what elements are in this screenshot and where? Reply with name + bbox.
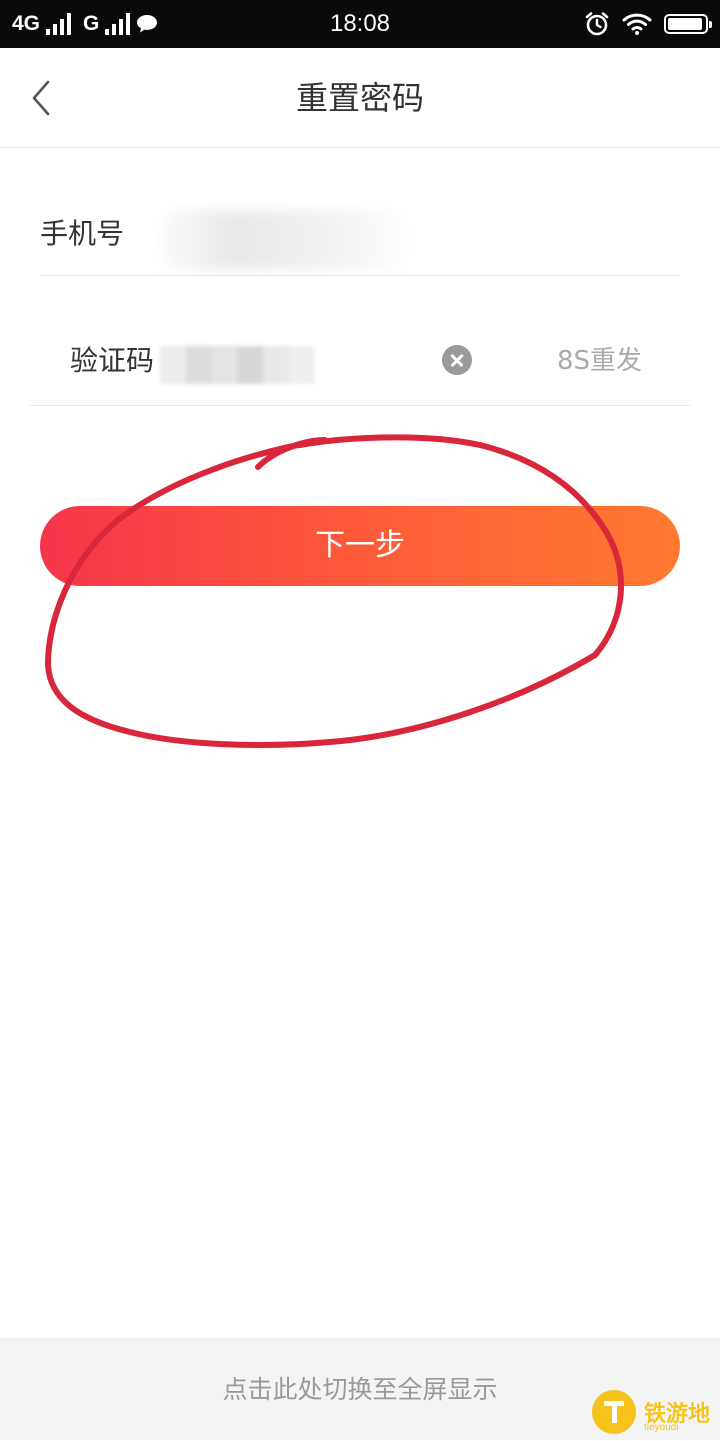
phone-row: 手机号 (40, 196, 680, 276)
watermark-subtext: tieyoudi (644, 1422, 679, 1433)
next-button[interactable]: 下一步 (40, 506, 680, 586)
resend-code-button[interactable]: 8S重发 (557, 318, 642, 404)
wifi-icon (622, 13, 652, 35)
verification-code-label: 验证码 (70, 344, 155, 377)
nav-bar: 重置密码 (0, 48, 720, 148)
watermark-logo-icon (592, 1390, 636, 1434)
battery-icon (664, 14, 712, 34)
page-title: 重置密码 (295, 79, 424, 117)
verification-code-row: 验证码 8S重发 (30, 318, 690, 406)
verification-code-input-redacted[interactable] (160, 346, 315, 384)
phone-label: 手机号 (40, 217, 125, 250)
alarm-icon (585, 12, 609, 36)
clear-circle-icon[interactable] (442, 345, 472, 375)
phone-number-redacted[interactable] (158, 210, 408, 270)
status-bar: 4G G 18:08 (0, 0, 720, 48)
battery-level (668, 18, 702, 30)
watermark: 铁游地 tieyoudi (588, 1388, 718, 1438)
status-bar-right (584, 0, 712, 48)
